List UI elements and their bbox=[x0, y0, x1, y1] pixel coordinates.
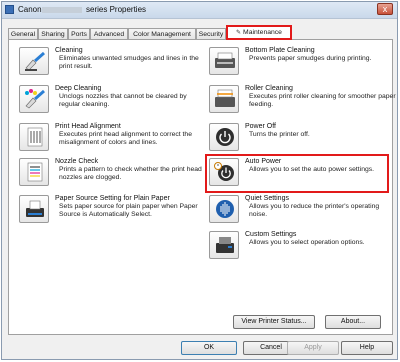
print-head-alignment-desc: Executes print head alignment to correct… bbox=[59, 131, 192, 146]
tab-maintenance[interactable]: ✎ Maintenance bbox=[226, 25, 292, 40]
window-title-brand: Canon bbox=[18, 5, 42, 14]
view-printer-status-button[interactable]: View Printer Status... bbox=[233, 315, 315, 329]
bottom-plate-cleaning-item: Bottom Plate Cleaning Prevents paper smu… bbox=[209, 47, 389, 81]
roller-cleaning-title: Roller Cleaning bbox=[245, 85, 293, 92]
custom-printer-icon bbox=[216, 237, 234, 253]
print-head-alignment-button[interactable] bbox=[19, 123, 49, 151]
tab-sharing[interactable]: Sharing bbox=[38, 28, 68, 39]
printer-app-icon bbox=[5, 5, 14, 14]
tab-maintenance-label: Maintenance bbox=[243, 29, 282, 36]
power-off-title: Power Off bbox=[245, 123, 276, 130]
close-button[interactable]: x bbox=[377, 3, 393, 15]
quiet-settings-title: Quiet Settings bbox=[245, 195, 289, 202]
maintenance-panel: Cleaning Eliminates unwanted smudges and… bbox=[8, 39, 396, 335]
deep-cleaning-desc: Unclogs nozzles that cannot be cleared b… bbox=[59, 93, 187, 108]
cleaning-title: Cleaning bbox=[55, 47, 83, 54]
paper-source-title: Paper Source Setting for Plain Paper bbox=[55, 195, 170, 202]
paper-source-desc: Sets paper source for plain paper when P… bbox=[59, 203, 198, 218]
tab-advanced[interactable]: Advanced bbox=[90, 28, 128, 39]
power-off-desc: Turns the printer off. bbox=[249, 131, 310, 138]
cleaning-item: Cleaning Eliminates unwanted smudges and… bbox=[19, 47, 209, 81]
nozzle-pattern-icon bbox=[27, 162, 43, 182]
custom-settings-item: Custom Settings Allows you to select ope… bbox=[209, 231, 389, 265]
about-button[interactable]: About... bbox=[325, 315, 381, 329]
redacted-model-name bbox=[42, 7, 82, 13]
roller-cleaning-item: Roller Cleaning Executes print roller cl… bbox=[209, 85, 396, 119]
custom-settings-title: Custom Settings bbox=[245, 231, 297, 238]
bottom-plate-cleaning-button[interactable] bbox=[209, 47, 239, 75]
help-button[interactable]: Help bbox=[341, 341, 393, 355]
paper-source-item: Paper Source Setting for Plain Paper Set… bbox=[19, 195, 209, 229]
window-title-suffix: series Properties bbox=[86, 5, 147, 14]
print-head-alignment-item: Print Head Alignment Executes print head… bbox=[19, 123, 209, 157]
title-bar[interactable]: Canon series Properties x bbox=[2, 2, 397, 19]
apply-button[interactable]: Apply bbox=[287, 341, 339, 355]
roller-cleaning-desc: Executes print roller cleaning for smoot… bbox=[249, 93, 396, 108]
quiet-sound-icon bbox=[216, 200, 234, 218]
quiet-settings-button[interactable] bbox=[209, 195, 239, 223]
brush-cleaning-icon bbox=[25, 51, 45, 71]
ok-button[interactable]: OK bbox=[181, 341, 237, 355]
bottom-plate-cleaning-title: Bottom Plate Cleaning bbox=[245, 47, 315, 54]
cleaning-desc: Eliminates unwanted smudges and lines in… bbox=[59, 55, 199, 70]
power-off-button[interactable] bbox=[209, 123, 239, 151]
quiet-settings-item: Quiet Settings Allows you to reduce the … bbox=[209, 195, 389, 229]
tab-ports[interactable]: Ports bbox=[68, 28, 90, 39]
deep-cleaning-item: Deep Cleaning Unclogs nozzles that canno… bbox=[19, 85, 209, 119]
nozzle-check-item: Nozzle Check Prints a pattern to check w… bbox=[19, 158, 209, 192]
power-icon bbox=[216, 128, 234, 146]
tab-security[interactable]: Security bbox=[196, 28, 226, 39]
roller-cleaning-button[interactable] bbox=[209, 85, 239, 113]
nozzle-check-desc: Prints a pattern to check whether the pr… bbox=[59, 166, 202, 181]
deep-cleaning-button[interactable] bbox=[19, 85, 49, 113]
roller-icon bbox=[215, 89, 235, 107]
tab-color-management[interactable]: Color Management bbox=[128, 28, 196, 39]
bottom-plate-cleaning-desc: Prevents paper smudges during printing. bbox=[249, 55, 372, 62]
custom-settings-button[interactable] bbox=[209, 231, 239, 259]
deep-cleaning-icon bbox=[25, 89, 45, 109]
tools-icon: ✎ bbox=[236, 30, 242, 36]
nozzle-check-title: Nozzle Check bbox=[55, 158, 99, 165]
alignment-icon bbox=[27, 127, 43, 147]
power-off-item: Power Off Turns the printer off. bbox=[209, 123, 389, 157]
tab-general[interactable]: General bbox=[8, 28, 38, 39]
auto-power-highlight-frame bbox=[205, 154, 389, 193]
print-head-alignment-title: Print Head Alignment bbox=[55, 123, 121, 130]
cleaning-button[interactable] bbox=[19, 47, 49, 75]
deep-cleaning-title: Deep Cleaning bbox=[55, 85, 102, 92]
bottom-plate-icon bbox=[215, 52, 235, 68]
paper-source-button[interactable] bbox=[19, 195, 49, 223]
custom-settings-desc: Allows you to select operation options. bbox=[249, 239, 365, 246]
nozzle-check-button[interactable] bbox=[19, 158, 49, 186]
properties-window: Canon series Properties x General Sharin… bbox=[1, 1, 398, 360]
quiet-settings-desc: Allows you to reduce the printer's opera… bbox=[249, 203, 380, 218]
paper-source-icon bbox=[26, 200, 44, 217]
